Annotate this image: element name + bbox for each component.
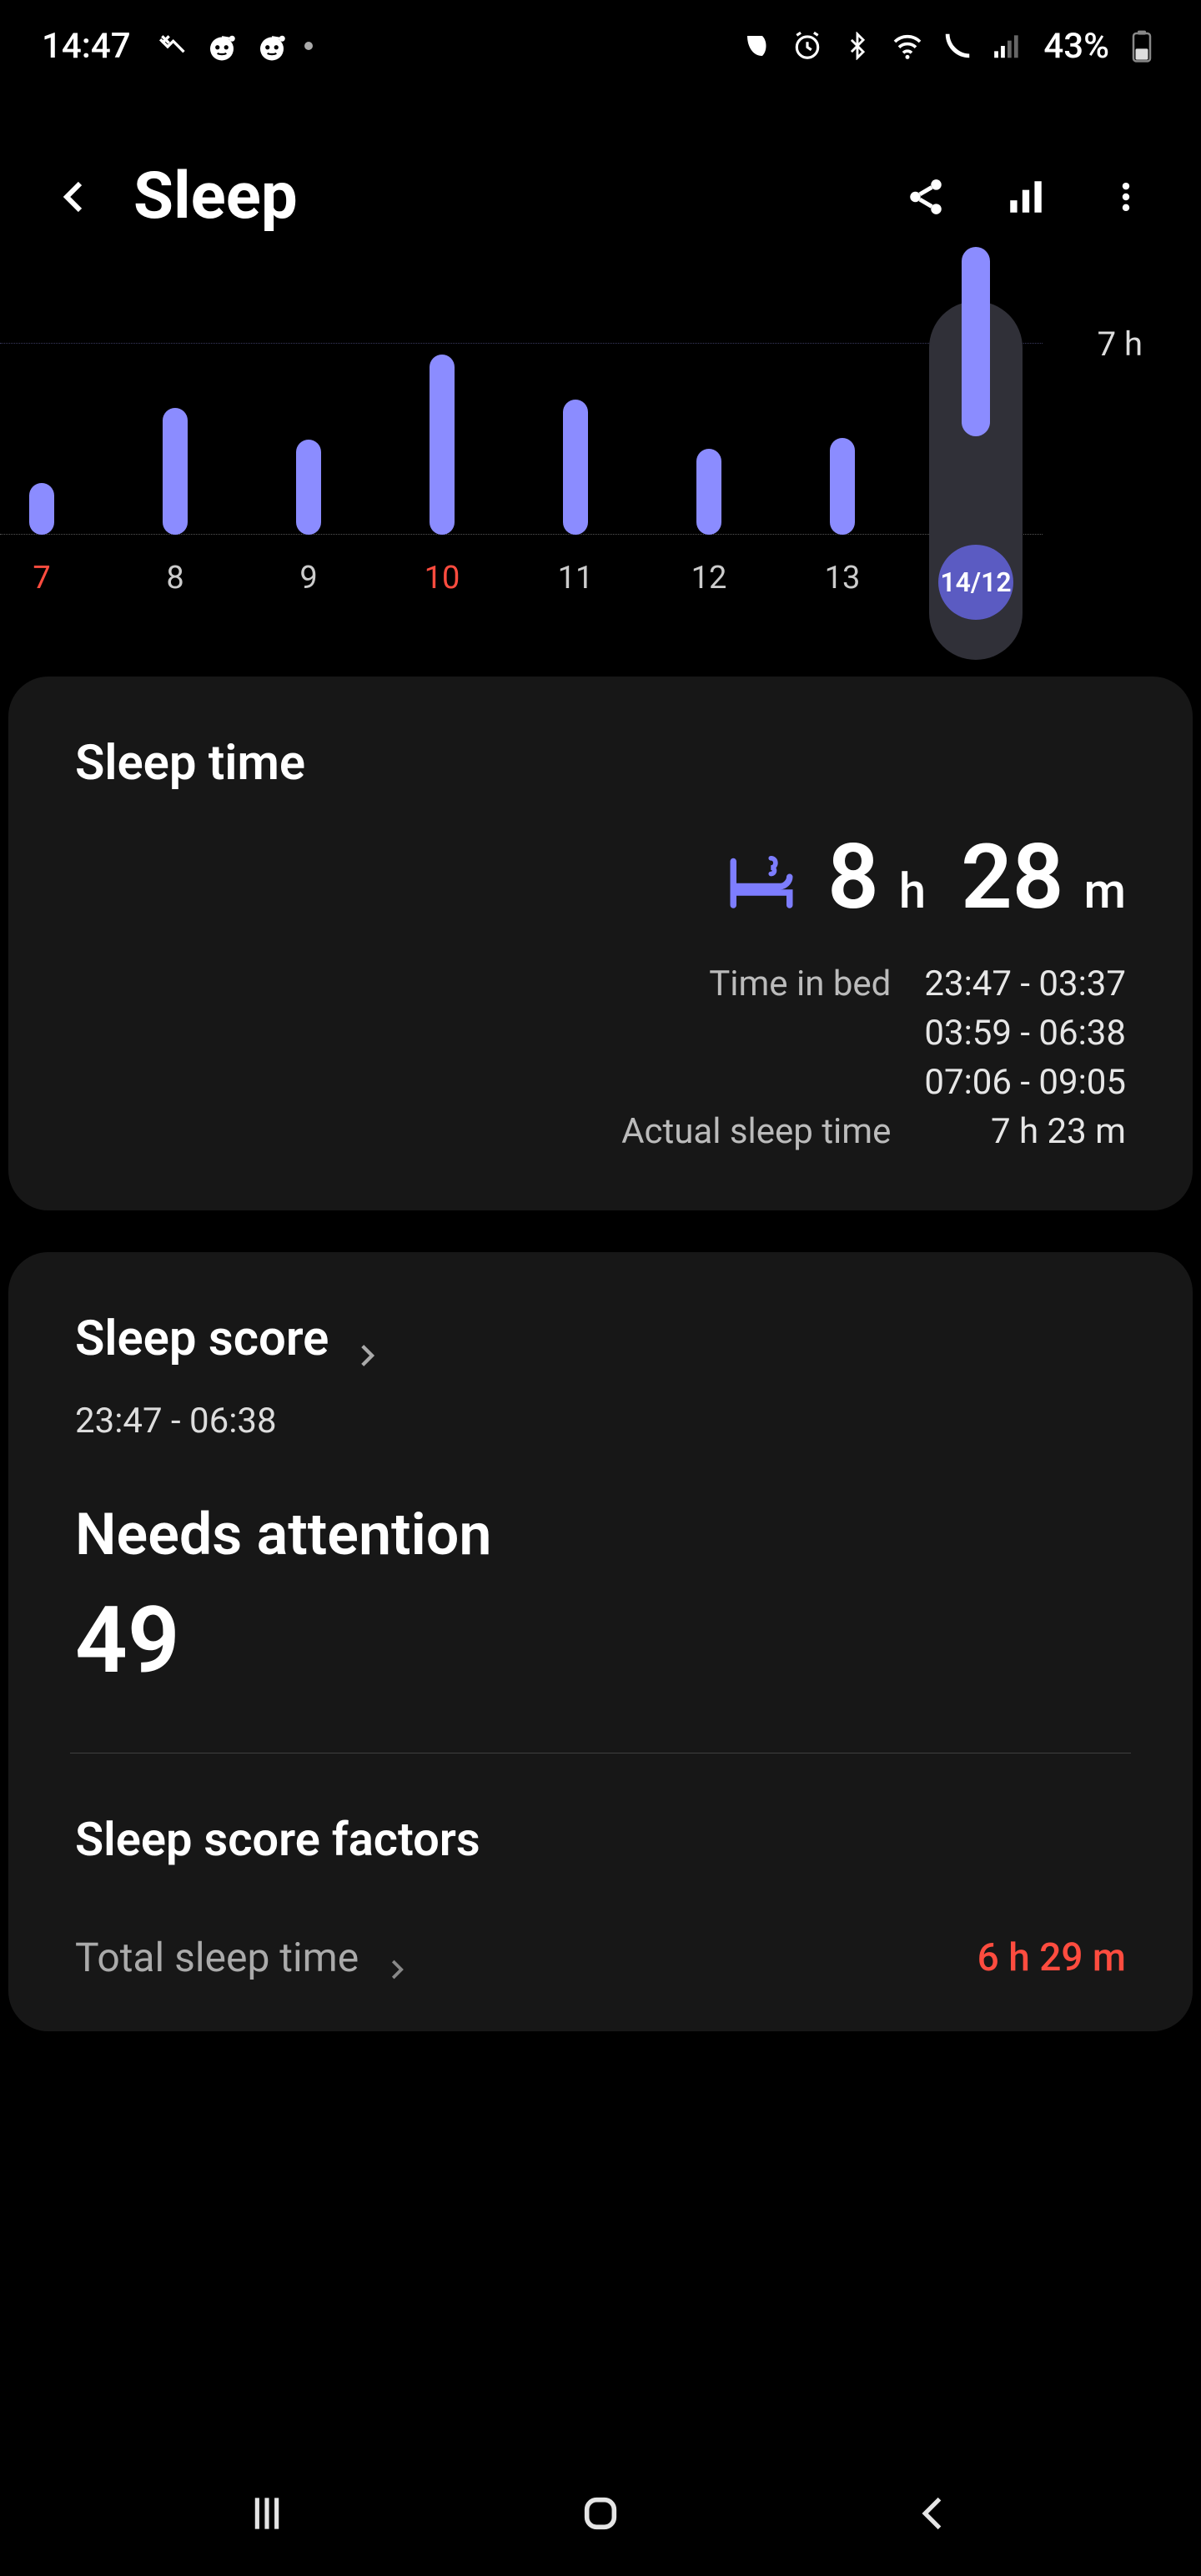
chart-date[interactable]: 9 [242, 560, 375, 635]
app-header: Sleep [0, 92, 1201, 284]
sleep-minutes: 28 [961, 825, 1063, 930]
more-notifications-dot-icon [304, 42, 313, 50]
back-button[interactable] [50, 172, 100, 222]
sleep-hours-unit: h [899, 863, 926, 920]
sleep-hours: 8 [827, 825, 879, 930]
chart-date[interactable]: 10 [375, 560, 509, 635]
reddit-icon [204, 28, 239, 63]
more-menu-icon[interactable] [1101, 172, 1151, 222]
sleep-time-value: 8 h 28 m [75, 825, 1126, 930]
chart-bar[interactable] [242, 440, 375, 535]
sleep-time-title: Sleep time [75, 735, 1126, 792]
sleep-time-detail-grid: Time in bed 23:47 - 03:37 03:59 - 06:38 … [75, 963, 1126, 1152]
chart-date[interactable]: 8 [108, 560, 242, 635]
factor-total-sleep-time[interactable]: Total sleep time 6 h 29 m [75, 1934, 1126, 1981]
sleep-score-range: 23:47 - 06:38 [75, 1401, 1126, 1441]
sleep-score-header[interactable]: Sleep score [75, 1311, 1126, 1367]
status-left: 14:47 [42, 26, 313, 67]
battery-icon [1124, 28, 1159, 63]
time-in-bed-value-2: 03:59 - 06:38 [924, 1013, 1126, 1054]
volte-icon [940, 28, 975, 63]
chart-bar[interactable] [108, 408, 242, 535]
system-navbar [0, 2451, 1201, 2576]
signal-icon [990, 28, 1025, 63]
time-in-bed-label-blank-2 [621, 1062, 891, 1103]
time-in-bed-value-3: 07:06 - 09:05 [924, 1062, 1126, 1103]
actual-sleep-time-label: Actual sleep time [621, 1111, 891, 1152]
sleep-score-number: 49 [75, 1587, 1126, 1694]
chart-bar-inner [163, 408, 188, 535]
chart-date[interactable]: 11 [509, 560, 642, 635]
sleep-minutes-unit: m [1083, 863, 1126, 920]
recents-button[interactable] [234, 2488, 300, 2538]
battery-percent: 43% [1043, 26, 1109, 67]
chevron-right-icon [384, 1945, 410, 1971]
chevron-right-icon [352, 1326, 379, 1352]
wifi-icon [890, 28, 925, 63]
missed-call-icon [154, 28, 189, 63]
sleep-time-card: Sleep time 8 h 28 m Time in bed 23:47 - … [8, 677, 1193, 1210]
chart-date-selected[interactable]: 14/12 [938, 545, 1013, 620]
chart-bar[interactable] [776, 438, 909, 535]
chart-bar-inner [696, 449, 721, 535]
chart-bar-selected [962, 247, 990, 436]
factor-value: 6 h 29 m [977, 1935, 1126, 1980]
reddit-alt-icon [254, 28, 289, 63]
nav-back-button[interactable] [901, 2488, 967, 2538]
time-in-bed-value-1: 23:47 - 03:37 [924, 963, 1126, 1004]
page-title: Sleep [133, 158, 867, 234]
status-right: 43% [740, 26, 1159, 67]
status-clock: 14:47 [42, 26, 131, 67]
bluetooth-icon [840, 28, 875, 63]
stats-icon[interactable] [1001, 172, 1051, 222]
leaf-icon [740, 28, 775, 63]
chart-date[interactable]: 13 [776, 560, 909, 635]
bed-icon [724, 843, 799, 918]
sleep-bar-chart[interactable]: 7 h 78910111213 14/12 [0, 284, 1201, 652]
sleep-score-card: Sleep score 23:47 - 06:38 Needs attentio… [8, 1252, 1193, 2031]
alarm-icon [790, 28, 825, 63]
chart-bar-inner [563, 400, 588, 535]
chart-bar-inner [29, 483, 54, 535]
chart-bar-inner [296, 440, 321, 535]
chart-date[interactable]: 12 [642, 560, 776, 635]
chart-date[interactable]: 7 [0, 560, 108, 635]
sleep-score-status: Needs attention [75, 1500, 509, 1570]
home-button[interactable] [567, 2488, 634, 2538]
chart-reference-label: 7 h [1098, 325, 1143, 364]
actual-sleep-time-value: 7 h 23 m [924, 1111, 1126, 1152]
chart-bar[interactable] [642, 449, 776, 535]
sleep-score-title: Sleep score [75, 1311, 329, 1367]
factor-label: Total sleep time [75, 1934, 359, 1981]
time-in-bed-label-blank-1 [621, 1013, 891, 1054]
chart-bar-inner [830, 438, 855, 535]
time-in-bed-label: Time in bed [621, 963, 891, 1004]
chart-bar-inner [430, 355, 455, 535]
chart-bar[interactable] [0, 483, 108, 535]
chart-bar[interactable] [509, 400, 642, 535]
status-bar: 14:47 43% [0, 0, 1201, 92]
sleep-score-factors-title: Sleep score factors [75, 1812, 1126, 1867]
share-icon[interactable] [901, 172, 951, 222]
chart-bar[interactable] [375, 355, 509, 535]
